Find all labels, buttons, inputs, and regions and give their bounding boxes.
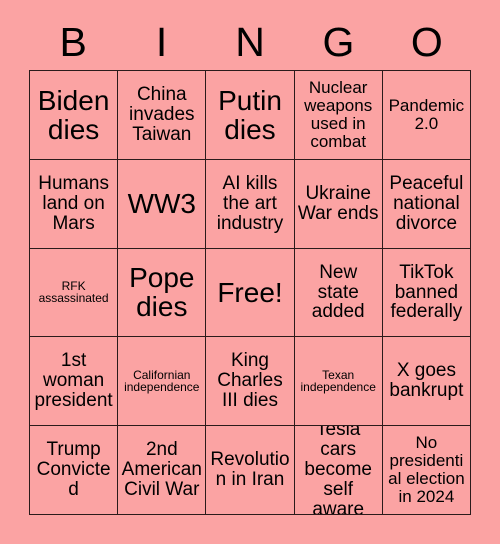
- bingo-cell[interactable]: China invades Taiwan: [118, 71, 207, 160]
- bingo-cell[interactable]: Pandemic 2.0: [382, 71, 471, 160]
- bingo-cell-label: China invades Taiwan: [129, 83, 195, 145]
- bingo-cell[interactable]: Humans land on Mars: [30, 159, 119, 249]
- bingo-cell[interactable]: Pope dies: [118, 248, 207, 338]
- bingo-cell[interactable]: Trump Convicted: [30, 426, 119, 515]
- bingo-cell-label: Free!: [217, 276, 283, 308]
- bingo-cell[interactable]: King Charles III dies: [206, 337, 295, 427]
- bingo-cell[interactable]: Ukraine War ends: [294, 159, 383, 249]
- bingo-cell-label: Peaceful national divorce: [389, 172, 464, 234]
- bingo-cell-label: Revolution in Iran: [210, 449, 290, 491]
- bingo-header-letter-o: O: [410, 18, 443, 65]
- bingo-cell-label: Putin dies: [218, 84, 282, 145]
- bingo-cell[interactable]: Putin dies: [206, 71, 295, 160]
- bingo-cell[interactable]: Biden dies: [30, 71, 119, 160]
- bingo-cell-label: 1st woman president: [34, 350, 113, 412]
- bingo-cell-label: Nuclear weapons used in combat: [304, 78, 373, 151]
- bingo-grid: Biden dies China invades Taiwan Putin dies…: [29, 70, 471, 515]
- bingo-header-letter-n: N: [235, 18, 265, 65]
- bingo-cell-label: Pandemic 2.0: [388, 96, 465, 133]
- bingo-cell[interactable]: 1st woman president: [30, 337, 119, 427]
- bingo-cell[interactable]: RFK assassinated: [30, 248, 119, 338]
- bingo-header-letter-g: G: [322, 18, 355, 65]
- bingo-cell[interactable]: No presidential election in 2024: [382, 426, 471, 515]
- bingo-cell-label: No presidential election in 2024: [388, 433, 465, 506]
- bingo-cell[interactable]: 2nd American Civil War: [118, 426, 207, 515]
- bingo-header: B I N G O: [29, 14, 471, 70]
- bingo-cell[interactable]: Peaceful national divorce: [382, 159, 471, 249]
- bingo-cell[interactable]: Texan independence: [294, 337, 383, 427]
- bingo-header-letter-b: B: [59, 18, 87, 65]
- bingo-card: B I N G O Biden dies China invades Taiwan…: [0, 0, 500, 544]
- bingo-cell[interactable]: Tesla cars become self aware: [294, 426, 383, 515]
- bingo-cell-label: WW3: [127, 188, 196, 219]
- bingo-cell[interactable]: AI kills the art industry: [206, 159, 295, 249]
- bingo-cell-label: Pope dies: [129, 262, 195, 323]
- bingo-cell-label: X goes bankrupt: [389, 360, 464, 402]
- bingo-cell-label: New state added: [311, 261, 365, 323]
- bingo-cell[interactable]: X goes bankrupt: [382, 337, 471, 427]
- bingo-cell-label: Ukraine War ends: [297, 182, 379, 224]
- bingo-cell-label: AI kills the art industry: [216, 172, 284, 234]
- bingo-cell-label: Trump Convicted: [36, 439, 111, 501]
- bingo-cell[interactable]: TikTok banned federally: [382, 248, 471, 338]
- bingo-cell[interactable]: Californian independence: [118, 337, 207, 427]
- bingo-cell[interactable]: Revolution in Iran: [206, 426, 295, 515]
- bingo-header-letter-i: I: [155, 18, 168, 65]
- bingo-cell[interactable]: New state added: [294, 248, 383, 338]
- bingo-cell-label: Humans land on Mars: [38, 172, 109, 234]
- bingo-cell-label: Biden dies: [37, 84, 110, 145]
- bingo-cell[interactable]: WW3: [118, 159, 207, 249]
- bingo-cell-label: 2nd American Civil War: [121, 439, 202, 501]
- bingo-cell-label: Texan independence: [300, 367, 376, 395]
- bingo-cell-label: Tesla cars become self aware: [304, 426, 372, 515]
- bingo-cell[interactable]: Nuclear weapons used in combat: [294, 71, 383, 160]
- bingo-cell-label: King Charles III dies: [217, 350, 283, 412]
- bingo-cell-label: TikTok banned federally: [390, 261, 463, 323]
- bingo-cell-label: RFK assassinated: [38, 278, 109, 306]
- bingo-cell[interactable]: Free!: [206, 248, 295, 338]
- bingo-cell-label: Californian independence: [124, 367, 200, 395]
